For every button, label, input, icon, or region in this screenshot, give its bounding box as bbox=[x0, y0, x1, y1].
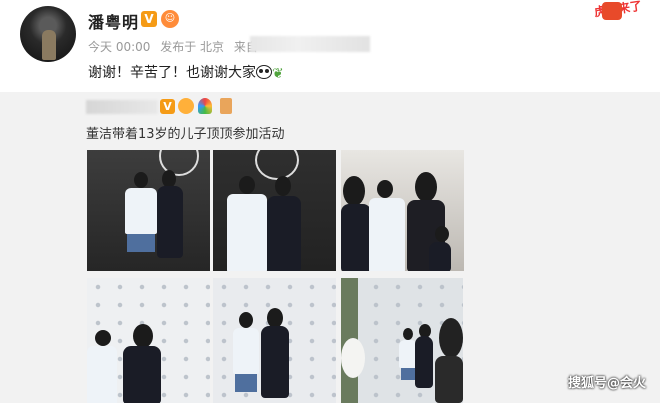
boy-shirt bbox=[87, 346, 117, 403]
boy-shirt bbox=[233, 328, 259, 374]
woman-head bbox=[275, 176, 291, 196]
post-meta: 今天 00:00 发布于 北京 来自 bbox=[88, 38, 264, 55]
woman-head bbox=[415, 172, 437, 202]
woman-head bbox=[267, 308, 283, 328]
woman-dress bbox=[415, 336, 433, 388]
boy-shirt bbox=[369, 198, 405, 271]
repost-verified-badge-icon: V bbox=[160, 99, 175, 114]
repost-badge-cup-icon bbox=[220, 98, 232, 114]
child-head bbox=[435, 226, 449, 242]
boy-shorts bbox=[127, 234, 155, 252]
photo-4[interactable] bbox=[87, 278, 210, 403]
boy-shorts bbox=[401, 368, 415, 380]
boy-head bbox=[239, 176, 255, 194]
blurred-repost-username bbox=[86, 100, 158, 114]
woman-dress bbox=[123, 346, 161, 403]
boy-head bbox=[239, 312, 253, 328]
woman-head bbox=[133, 324, 153, 348]
boy-head bbox=[95, 330, 111, 346]
flower-arrangement bbox=[341, 338, 365, 378]
woman-dress bbox=[157, 186, 183, 258]
repost-text: 董洁带着13岁的儿子顶顶参加活动 bbox=[86, 127, 285, 142]
boy-shirt bbox=[125, 188, 157, 234]
person-dress bbox=[341, 204, 371, 271]
boy-shorts bbox=[235, 374, 257, 392]
post-location: 发布于 北京 bbox=[160, 40, 225, 54]
woman-dress bbox=[267, 196, 301, 271]
watermark: 搜狐号@会火 bbox=[567, 376, 646, 391]
person-head bbox=[343, 176, 365, 206]
username[interactable]: 潘粤明 bbox=[88, 9, 139, 33]
verified-badge-icon: V bbox=[141, 11, 157, 27]
post-text: 谢谢！辛苦了！也谢谢大家 ❦ bbox=[88, 62, 286, 82]
boy-head bbox=[403, 328, 413, 340]
foreground-person-body bbox=[435, 356, 463, 403]
weibo-post: 潘粤明 V ☺ 今天 00:00 发布于 北京 来自 谢谢！辛苦了！也谢谢大家 ❦… bbox=[0, 0, 660, 92]
foreground-person-head bbox=[439, 318, 463, 358]
woman-dress bbox=[261, 326, 289, 398]
boy-head bbox=[134, 172, 148, 188]
blurred-source bbox=[250, 36, 370, 52]
boy-outfit bbox=[227, 194, 267, 271]
photo-6[interactable] bbox=[341, 278, 463, 403]
photo-5[interactable] bbox=[213, 278, 336, 403]
bamboo-emoji-icon: ❦ bbox=[272, 66, 284, 82]
post-time: 今天 00:00 bbox=[88, 40, 151, 54]
panda-emoji-icon bbox=[256, 65, 272, 79]
child-dress bbox=[429, 242, 451, 271]
photo-2[interactable] bbox=[213, 150, 336, 271]
avatar[interactable] bbox=[20, 6, 76, 62]
post-text-body: 谢谢！辛苦了！也谢谢大家 bbox=[88, 65, 256, 81]
repost-badge-rainbow-icon bbox=[198, 98, 212, 114]
repost-card[interactable]: V 董洁带着13岁的儿子顶顶参加活动 搜狐号@会火 bbox=[0, 92, 660, 403]
photo-3[interactable] bbox=[341, 150, 464, 271]
boy-head bbox=[377, 180, 393, 198]
gift-icon[interactable] bbox=[602, 2, 622, 20]
logo-ring bbox=[255, 150, 299, 180]
member-badge-icon: ☺ bbox=[161, 10, 179, 28]
repost-badge-face-icon bbox=[178, 98, 194, 114]
photo-1[interactable] bbox=[87, 150, 210, 271]
